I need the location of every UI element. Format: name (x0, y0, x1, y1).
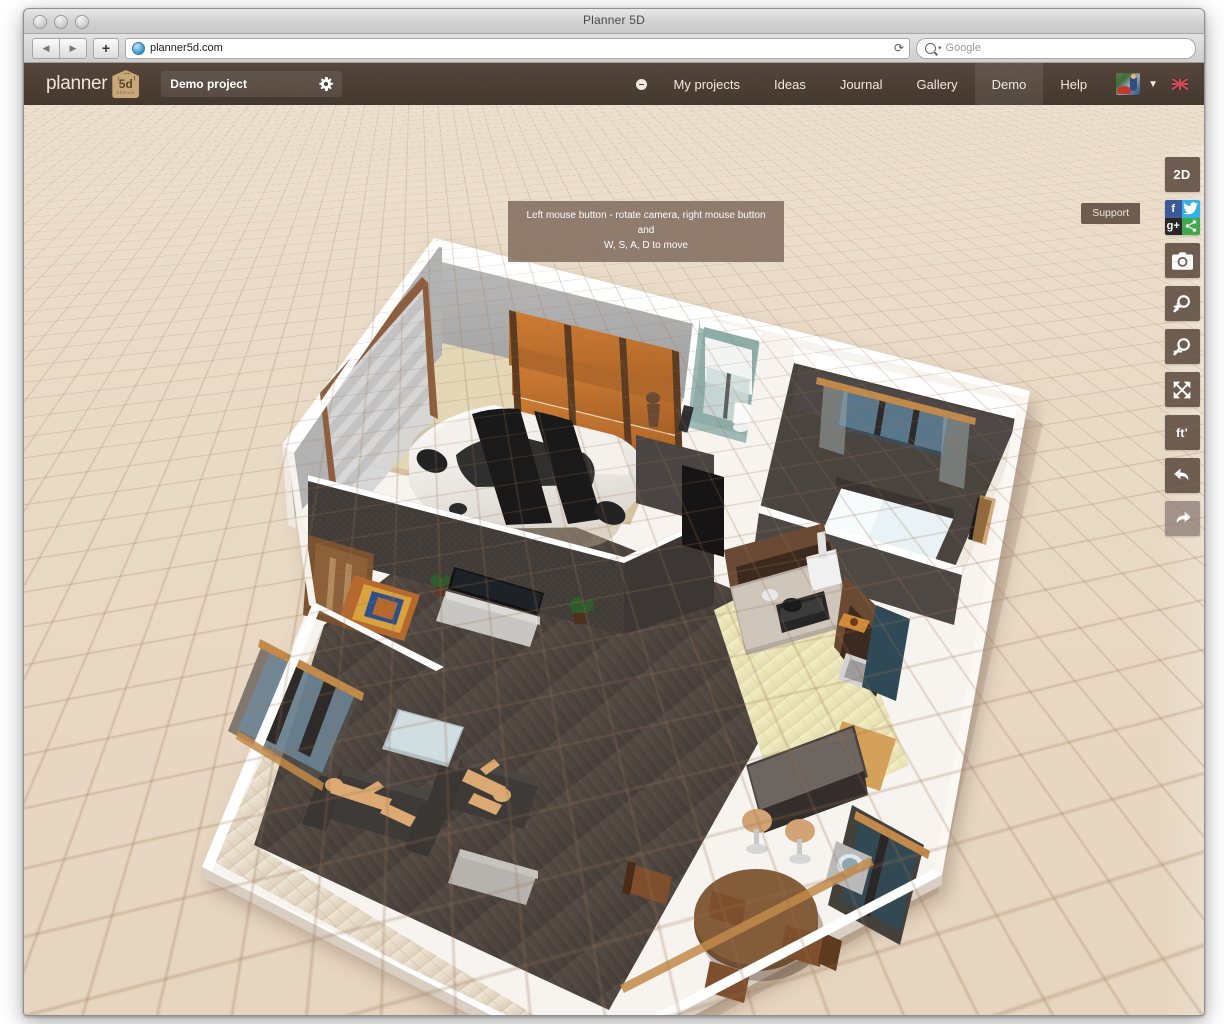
app-logo[interactable]: planner 5d DESIGN (46, 70, 139, 98)
avatar[interactable] (1116, 73, 1140, 95)
logo-text: planner (46, 73, 107, 95)
reload-icon[interactable]: ⟳ (894, 41, 904, 55)
browser-window: Planner 5D ◀ ▶ + planner5d.com ⟳ ▾ Googl… (23, 8, 1205, 1016)
address-bar[interactable]: planner5d.com ⟳ (125, 38, 910, 59)
main-navigation: My projects Ideas Journal Gallery Demo H… (622, 63, 1204, 105)
address-bar-url: planner5d.com (150, 42, 223, 54)
forward-button[interactable]: ▶ (59, 38, 87, 59)
planner5d-app: planner 5d DESIGN Demo project (24, 63, 1204, 1015)
screenshot-button[interactable] (1165, 243, 1200, 278)
googleplus-icon[interactable]: g+ (1165, 218, 1183, 236)
back-button[interactable]: ◀ (32, 38, 59, 59)
toilet[interactable] (733, 401, 751, 432)
site-globe-icon (132, 42, 145, 55)
nav-ideas[interactable]: Ideas (757, 63, 823, 105)
window-titlebar: Planner 5D (24, 9, 1204, 34)
search-icon (925, 43, 936, 54)
nav-my-projects[interactable]: My projects (657, 63, 757, 105)
nav-demo[interactable]: Demo (975, 63, 1044, 105)
search-dropdown-caret-icon[interactable]: ▾ (938, 44, 942, 52)
view-mode-2d-label: 2D (1173, 167, 1190, 182)
support-tab[interactable]: Support (1081, 203, 1140, 224)
search-input[interactable]: ▾ Google (916, 38, 1196, 59)
nav-help[interactable]: Help (1043, 63, 1104, 105)
window-title: Planner 5D (24, 13, 1204, 27)
app-header: planner 5d DESIGN Demo project (24, 63, 1204, 105)
desktop-background: Planner 5D ◀ ▶ + planner5d.com ⟳ ▾ Googl… (0, 0, 1224, 1024)
facebook-icon[interactable]: f (1165, 200, 1183, 218)
chevron-down-icon[interactable]: ▼ (1148, 79, 1158, 90)
project-name: Demo project (170, 77, 247, 91)
gear-icon[interactable] (319, 77, 333, 91)
notifications-icon[interactable] (636, 79, 647, 90)
logo-badge-icon: 5d DESIGN (112, 70, 139, 98)
zoom-in-icon (1172, 294, 1192, 314)
redo-button[interactable] (1165, 501, 1200, 536)
share-nodes-glyph (1184, 219, 1198, 233)
zoom-out-icon (1172, 337, 1192, 357)
nav-gallery[interactable]: Gallery (899, 63, 974, 105)
redo-icon (1172, 509, 1193, 529)
share-icon[interactable] (1182, 218, 1200, 236)
view-mode-2d-button[interactable]: 2D (1165, 157, 1200, 192)
fullscreen-button[interactable] (1165, 372, 1200, 407)
units-label: ft' (1176, 426, 1188, 440)
units-button[interactable]: ft' (1165, 415, 1200, 450)
social-share-group[interactable]: f g+ (1165, 200, 1200, 235)
zoom-in-button[interactable] (1165, 286, 1200, 321)
nav-journal[interactable]: Journal (823, 63, 900, 105)
camera-hint-line1: Left mouse button - rotate camera, right… (518, 208, 774, 238)
undo-button[interactable] (1165, 458, 1200, 493)
uk-flag-icon[interactable] (1172, 79, 1188, 90)
expand-icon (1172, 380, 1192, 400)
camera-hint-line2: W, S, A, D to move (518, 238, 774, 253)
logo-badge-text: 5d (119, 78, 133, 90)
navigation-buttons[interactable]: ◀ ▶ (32, 38, 87, 59)
project-selector[interactable]: Demo project (161, 71, 342, 97)
avatar-photo-car (1117, 86, 1131, 94)
right-toolbar: 2D f g+ (1160, 147, 1204, 1015)
camera-icon (1172, 252, 1193, 270)
twitter-icon[interactable] (1182, 200, 1200, 218)
zoom-out-button[interactable] (1165, 329, 1200, 364)
new-tab-button[interactable]: + (93, 38, 119, 59)
3d-viewport[interactable]: Left mouse button - rotate camera, right… (24, 105, 1204, 1015)
search-placeholder: Google (946, 42, 981, 54)
browser-toolbar: ◀ ▶ + planner5d.com ⟳ ▾ Google (24, 34, 1204, 63)
twitter-bird-glyph (1183, 202, 1198, 215)
undo-icon (1172, 466, 1193, 486)
logo-badge-subtext: DESIGN (117, 91, 135, 95)
camera-hint-tooltip: Left mouse button - rotate camera, right… (508, 201, 784, 262)
